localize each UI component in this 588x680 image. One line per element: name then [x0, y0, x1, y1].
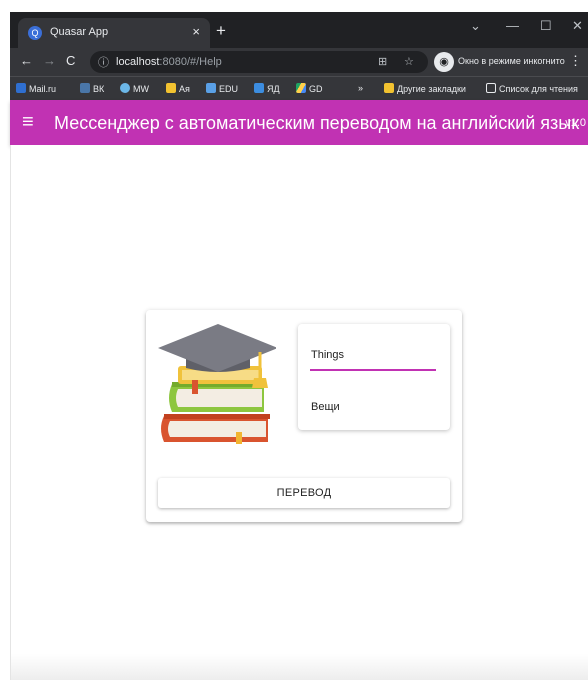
site-info-icon[interactable]: ⓘ [98, 54, 109, 70]
minimize-icon[interactable]: — [506, 18, 519, 33]
folder-icon [384, 83, 394, 93]
browser-toolbar: ← → C ⓘ localhost:8080/#/Help ⊞ ☆ ◉ Окно… [10, 48, 588, 76]
bookmark-star-icon[interactable]: ☆ [404, 55, 414, 68]
bookmark-mailru[interactable]: Mail.ru [16, 83, 56, 94]
bookmark-mw[interactable]: MW [120, 83, 149, 94]
address-bar[interactable]: ⓘ localhost:8080/#/Help ⊞ ☆ [90, 51, 428, 73]
mail-icon [16, 83, 26, 93]
version-label: v1.0 [565, 117, 586, 129]
bookmark-vk[interactable]: ВК [80, 83, 104, 94]
translation-result: Вещи [311, 401, 340, 413]
google-drive-icon [296, 83, 306, 93]
url-text: localhost:8080/#/Help [116, 56, 222, 68]
mw-icon [120, 83, 130, 93]
back-icon[interactable]: ← [20, 53, 33, 68]
tab-close-icon[interactable]: × [192, 24, 200, 39]
page-bottom-fade [11, 654, 588, 680]
tab-search-icon[interactable]: ⌄ [470, 18, 481, 34]
bookmark-aya[interactable]: Ая [166, 83, 190, 94]
app-header: ≡ Мессенджер с автоматическим переводом … [10, 100, 588, 145]
source-text-input[interactable]: Things [311, 349, 344, 361]
browser-menu-icon[interactable]: ⋮ [569, 53, 582, 69]
incognito-icon[interactable]: ◉ [434, 52, 454, 72]
books-graduation-cap-icon [158, 324, 276, 444]
browser-tab[interactable]: Q Quasar App × [18, 18, 210, 48]
reading-list[interactable]: Список для чтения [486, 83, 578, 94]
url-host: localhost [116, 56, 160, 68]
translator-card: Things Вещи ПЕРЕВОД [146, 310, 462, 522]
vk-icon [80, 83, 90, 93]
bookmark-gd[interactable]: GD [296, 83, 323, 94]
bookmark-edu[interactable]: EDU [206, 83, 238, 94]
new-tab-button[interactable]: + [216, 21, 226, 41]
page-title: Мессенджер с автоматическим переводом на… [54, 113, 580, 133]
incognito-label: Окно в режиме инкогнито [458, 56, 565, 66]
folder-icon [166, 83, 176, 93]
maximize-icon[interactable]: ☐ [540, 18, 552, 34]
translate-icon[interactable]: ⊞ [378, 55, 387, 68]
translate-button[interactable]: ПЕРЕВОД [158, 478, 450, 508]
forward-icon[interactable]: → [43, 53, 56, 68]
input-underline [310, 369, 436, 371]
translation-panel: Things Вещи [298, 324, 450, 430]
bookmarks-bar: Mail.ru ВК MW Ая EDU ЯД GD » Другие закл… [10, 76, 588, 100]
browser-tab-strip: Q Quasar App × + ⌄ — ☐ ✕ [10, 12, 588, 48]
edu-icon [206, 83, 216, 93]
quasar-icon: Q [28, 26, 42, 40]
menu-icon[interactable]: ≡ [22, 111, 34, 134]
bookmarks-overflow[interactable]: » [358, 83, 363, 93]
close-window-icon[interactable]: ✕ [572, 18, 583, 34]
disk-icon [254, 83, 264, 93]
url-path: :8080/#/Help [159, 56, 222, 68]
tab-title: Quasar App [50, 26, 109, 38]
reading-list-icon [486, 83, 496, 93]
bookmark-yad[interactable]: ЯД [254, 83, 280, 94]
bookmark-other[interactable]: Другие закладки [384, 83, 466, 94]
reload-icon[interactable]: C [66, 53, 75, 68]
